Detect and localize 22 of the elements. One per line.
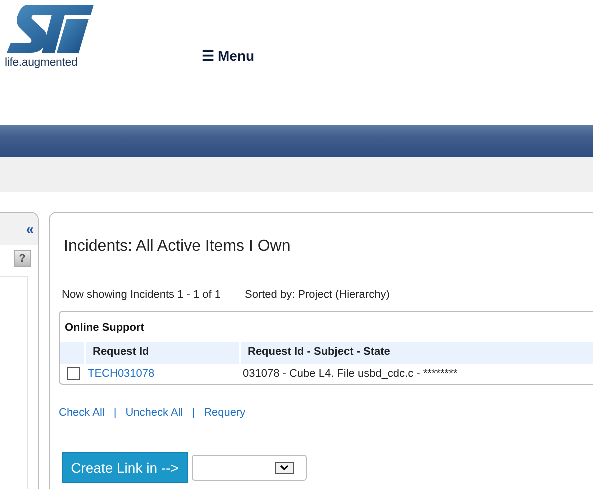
create-link-button[interactable]: Create Link in --> bbox=[62, 452, 188, 483]
logo-tagline: life.augmented bbox=[5, 57, 78, 69]
column-header: Request Id bbox=[86, 342, 239, 364]
table-cell-text: 031078 - Cube L4. File usbd_cdc.c - ******** bbox=[242, 366, 459, 382]
action-link[interactable]: Requery bbox=[204, 407, 246, 419]
link-separator: | bbox=[114, 407, 117, 419]
help-button[interactable]: ? bbox=[14, 250, 31, 267]
table-title: Online Support bbox=[64, 321, 146, 336]
action-link[interactable]: Check All bbox=[59, 407, 105, 419]
row-checkbox[interactable] bbox=[67, 367, 80, 380]
menu-button[interactable]: ☰ Menu bbox=[202, 48, 255, 64]
target-dropdown[interactable] bbox=[192, 454, 307, 480]
sort-order: Sorted by: Project (Hierarchy) bbox=[244, 289, 390, 301]
collapse-button[interactable]: « bbox=[26, 221, 34, 237]
page-title: Incidents: All Active Items I Own bbox=[64, 238, 292, 256]
caret-icon bbox=[275, 462, 294, 474]
request-id-link[interactable]: TECH031078 bbox=[88, 368, 155, 380]
column-header bbox=[60, 342, 84, 364]
column-header: Request Id - Subject - State bbox=[241, 342, 593, 364]
action-link[interactable]: Uncheck All bbox=[126, 407, 184, 419]
result-count: Now showing Incidents 1 - 1 of 1 bbox=[62, 289, 221, 301]
link-separator: | bbox=[192, 407, 196, 419]
